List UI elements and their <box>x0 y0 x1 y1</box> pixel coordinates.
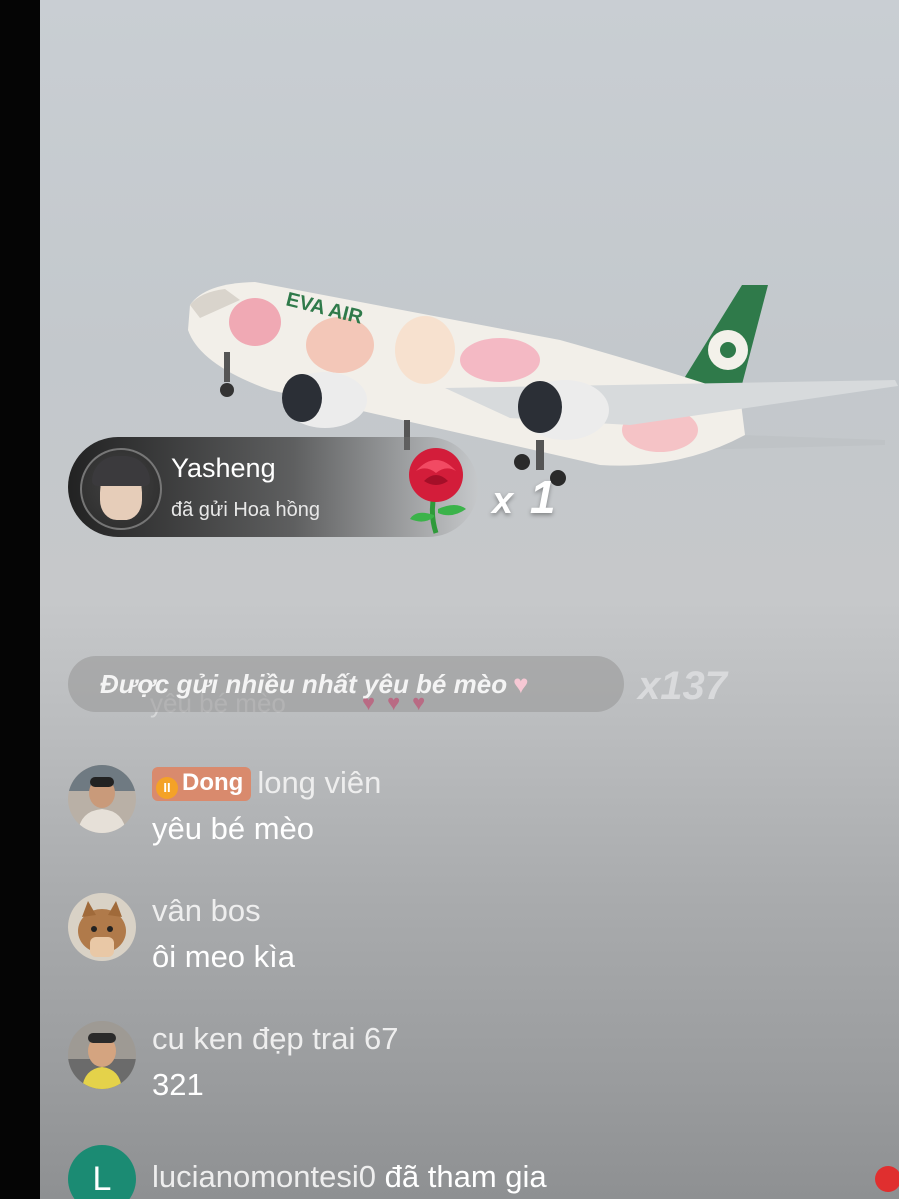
top-gift-label: Được gửi nhiều nhất yêu bé mèo <box>100 669 508 699</box>
gift-notification-banner: Yasheng đã gửi Hoa hồng <box>68 437 478 537</box>
fan-club-icon: II <box>156 777 178 799</box>
join-text: lucianomontesi0 đã tham gia <box>152 1159 547 1195</box>
gift-count-value: 1 <box>529 471 558 523</box>
rose-icon <box>409 448 466 534</box>
gift-action-text: đã gửi Hoa hồng <box>171 499 321 521</box>
left-edge-bar <box>0 0 40 1199</box>
joiner-name[interactable]: lucianomontesi0 <box>152 1159 376 1194</box>
top-gift-pill[interactable]: Được gửi nhiều nhất yêu bé mèo ♥ <box>68 656 624 712</box>
commenter-avatar[interactable] <box>68 765 136 833</box>
notification-dot[interactable] <box>875 1166 899 1192</box>
joiner-avatar[interactable]: L <box>68 1145 136 1199</box>
gift-count: x 1 <box>492 470 558 524</box>
comment-text: ôi meo kìa <box>152 939 296 974</box>
fan-badge-label: Dong <box>182 769 244 796</box>
comment-text: 321 <box>152 1067 204 1102</box>
comment-text: yêu bé mèo <box>152 811 314 846</box>
commenter-name[interactable]: II Dong long viên <box>152 765 381 801</box>
fan-level-badge: II Dong <box>152 767 252 801</box>
commenter-name-text: long viên <box>257 765 382 800</box>
commenter-name[interactable]: cu ken đẹp trai 67 <box>152 1021 398 1057</box>
gifter-avatar[interactable] <box>80 448 162 530</box>
top-gift-count: x137 <box>638 664 727 708</box>
live-video-stage[interactable]: EVA AIR Yasheng đã gửi Hoa hồng x 1 Được… <box>40 0 899 1199</box>
gifter-username[interactable]: Yasheng <box>171 453 276 484</box>
gift-count-prefix: x <box>492 480 516 522</box>
commenter-avatar[interactable] <box>68 1021 136 1089</box>
commenter-avatar[interactable] <box>68 893 136 961</box>
heart-icon: ♥ <box>513 669 529 699</box>
join-action: đã tham gia <box>384 1159 547 1194</box>
commenter-name[interactable]: vân bos <box>152 893 261 929</box>
